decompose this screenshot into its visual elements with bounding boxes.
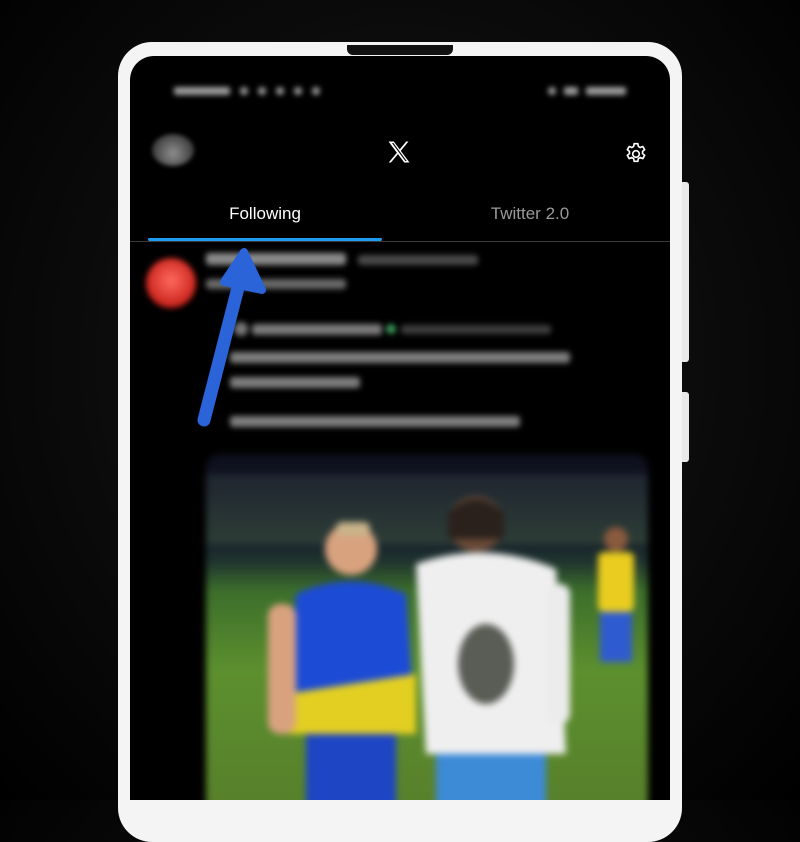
app-screen: Following Twitter 2.0 [130, 56, 670, 800]
quoted-post-text-line [230, 416, 520, 427]
timeline-tabs: Following Twitter 2.0 [130, 196, 670, 242]
notification-icon [312, 87, 320, 95]
active-tab-indicator [148, 238, 382, 241]
player-figure [268, 522, 416, 800]
notification-icon [276, 87, 284, 95]
power-button [682, 392, 689, 462]
notification-icon [240, 87, 248, 95]
x-logo-icon[interactable] [385, 138, 413, 166]
quoted-post-text [230, 346, 590, 388]
post-media-image[interactable] [206, 454, 648, 800]
post-text [206, 276, 346, 292]
tab-following[interactable]: Following [148, 204, 382, 224]
notification-icon [258, 87, 266, 95]
signal-icon [564, 87, 578, 95]
status-bar-right [548, 87, 626, 95]
phone-notch [347, 45, 453, 55]
tab-twitter-2-0[interactable]: Twitter 2.0 [415, 204, 645, 224]
status-bar-left [174, 87, 320, 95]
clock [174, 87, 230, 95]
volume-button [682, 182, 689, 362]
timeline-feed [130, 242, 670, 800]
post-author-avatar[interactable] [146, 258, 196, 308]
notification-icon [294, 87, 302, 95]
profile-avatar[interactable] [152, 134, 194, 166]
gear-icon[interactable] [623, 141, 649, 167]
battery-icon [586, 87, 626, 95]
player-figure [598, 527, 634, 662]
quoted-author-name [234, 320, 551, 337]
app-header [130, 128, 670, 178]
status-bar [130, 76, 670, 106]
wifi-icon [548, 87, 556, 95]
player-figure [416, 496, 570, 800]
post-author-name [206, 252, 479, 270]
